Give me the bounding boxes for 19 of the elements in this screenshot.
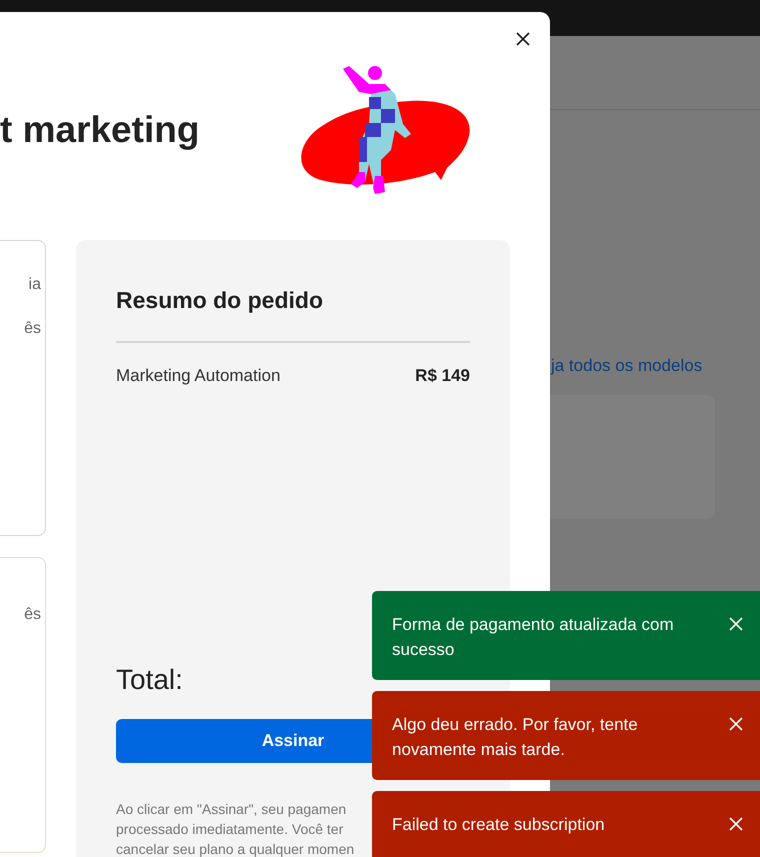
plan-text: ês <box>24 605 41 625</box>
plan-card[interactable]: ia ês <box>0 240 46 536</box>
plan-text: ia <box>28 275 41 295</box>
fine-print-line: cancelar seu plano a qualquer momen <box>116 840 354 857</box>
summary-title: Resumo do pedido <box>116 286 324 314</box>
close-icon <box>729 817 743 831</box>
close-icon <box>515 31 531 47</box>
item-price: R$ 149 <box>415 365 470 387</box>
total-label: Total: <box>116 663 183 697</box>
fine-print-line: Ao clicar em "Assinar", seu pagamen <box>116 800 346 819</box>
plan-card[interactable]: ês <box>0 557 46 853</box>
dialog-title: t marketing <box>0 108 200 152</box>
plan-text: ês <box>24 319 41 339</box>
close-icon <box>729 717 743 731</box>
item-name: Marketing Automation <box>116 365 280 387</box>
close-icon <box>729 617 743 631</box>
fine-print-line: processado imediatamente. Você ter <box>116 820 344 839</box>
toast-message: Failed to create subscription <box>392 814 606 836</box>
toast-message: Forma de pagamento atualizada com sucesso <box>392 614 675 661</box>
